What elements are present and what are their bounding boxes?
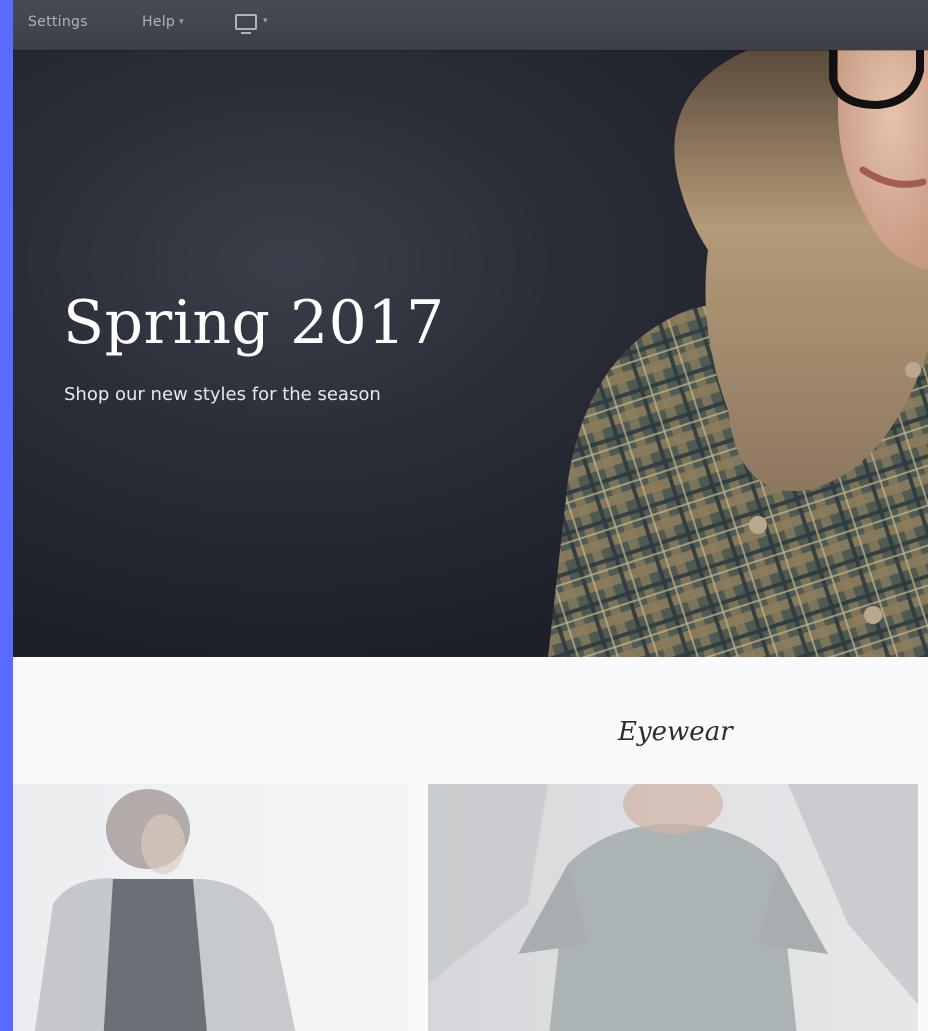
top-toolbar: Settings Help ▾ ▾ xyxy=(13,0,928,50)
hero-subtitle: Shop our new styles for the season xyxy=(64,384,381,405)
model-tshirt-image xyxy=(428,784,918,1031)
chevron-down-icon: ▾ xyxy=(179,17,184,27)
chevron-down-icon: ▾ xyxy=(263,16,268,26)
model-coat-image xyxy=(34,789,296,1031)
settings-menu[interactable]: Settings xyxy=(28,14,88,30)
display-menu[interactable]: ▾ xyxy=(235,13,268,34)
monitor-icon xyxy=(235,14,257,34)
product-card-right[interactable] xyxy=(428,784,918,1031)
product-card-left[interactable] xyxy=(13,784,408,1031)
editor-frame: Settings Help ▾ ▾ Spring 2017 Shop our n… xyxy=(13,0,928,1031)
help-label: Help xyxy=(142,14,176,30)
hero-model-image xyxy=(548,50,928,657)
product-section: Eyewear xyxy=(13,657,928,1031)
settings-label: Settings xyxy=(28,14,88,30)
help-menu[interactable]: Help ▾ xyxy=(142,14,184,30)
section-heading: Eyewear xyxy=(618,717,733,747)
hero-title: Spring 2017 xyxy=(63,288,445,358)
hero-banner: Spring 2017 Shop our new styles for the … xyxy=(13,50,928,657)
